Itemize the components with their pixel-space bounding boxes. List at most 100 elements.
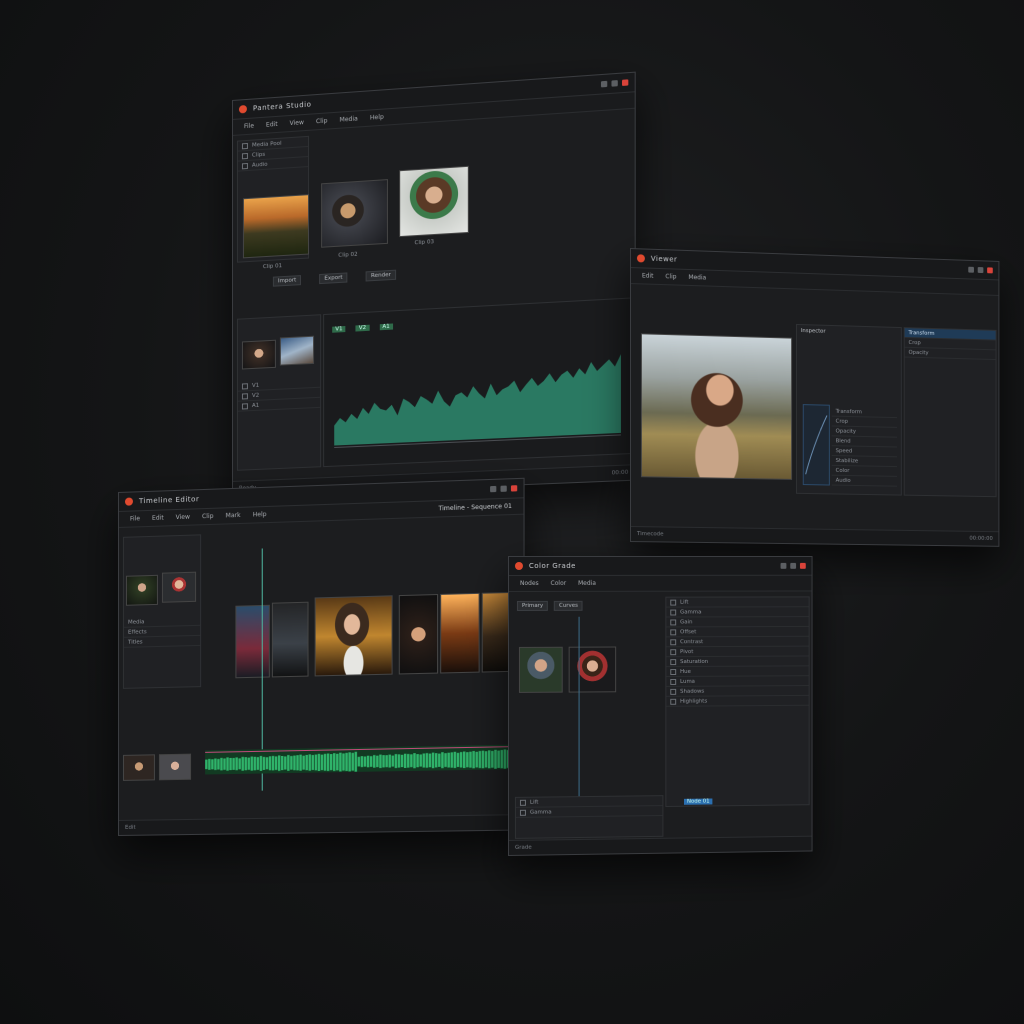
export-button[interactable]: Export [319,272,348,285]
clip[interactable] [440,592,480,674]
maximize-icon[interactable] [977,267,984,274]
close-icon[interactable] [987,267,993,274]
menu-view[interactable]: View [173,512,193,522]
bin-item[interactable]: Clips [252,151,265,158]
clip-thumb[interactable] [122,754,155,781]
property-row[interactable]: Crop [908,340,920,346]
window-controls[interactable] [968,266,993,274]
bin-item[interactable]: Audio [252,161,268,168]
param-row[interactable]: Gamma [666,607,809,618]
minimize-icon[interactable] [968,266,974,273]
checkbox[interactable] [670,638,677,645]
clip[interactable] [235,604,270,679]
checkbox[interactable] [241,142,248,149]
grade-thumb[interactable] [568,646,617,693]
maximize-icon[interactable] [790,562,797,569]
menu-clip[interactable]: Clip [662,272,679,282]
param-row[interactable]: Gain [666,617,809,628]
import-button[interactable]: Import [272,275,302,287]
clip-thumb[interactable] [161,571,197,603]
checkbox[interactable] [670,668,677,675]
clip[interactable] [398,594,439,675]
checkbox[interactable] [241,392,248,400]
param-row[interactable]: Highlights [666,695,809,707]
viewer-image[interactable] [640,333,793,480]
close-icon[interactable] [622,79,629,86]
timeline-title: Timeline - Sequence 01 [438,502,512,513]
checkbox[interactable] [519,809,526,816]
checkbox[interactable] [670,658,677,665]
maximize-icon[interactable] [500,485,507,492]
tab-primary[interactable]: Primary [516,600,549,611]
checkbox[interactable] [670,678,677,685]
param-row[interactable]: Offset [666,626,809,638]
checkbox[interactable] [670,618,677,625]
menu-help[interactable]: Help [367,112,387,122]
minimize-icon[interactable] [780,562,787,569]
close-icon[interactable] [799,562,806,569]
param-row[interactable]: Lift [666,597,809,608]
menu-edit[interactable]: Edit [639,271,656,281]
menu-clip[interactable]: Clip [199,512,216,522]
window-controls[interactable] [490,485,518,493]
audio-bar [308,754,311,771]
checkbox[interactable] [670,698,677,705]
menu-media[interactable]: Media [337,114,361,125]
param-row[interactable]: Contrast [666,636,809,648]
menu-view[interactable]: View [287,118,307,128]
clip-thumb[interactable] [279,335,315,366]
window-controls[interactable] [780,562,806,569]
menu-mark[interactable]: Mark [223,511,244,521]
menu-nodes[interactable]: Nodes [517,579,542,588]
clip-thumb[interactable] [241,339,276,370]
audio-bar [247,757,250,770]
clip[interactable] [271,601,309,678]
checkbox[interactable] [519,799,526,806]
clip[interactable] [314,595,393,677]
grade-thumb[interactable] [518,646,563,693]
menu-file[interactable]: File [127,514,143,524]
menu-media[interactable]: Media [575,579,599,588]
bin-item[interactable]: Effects [128,629,147,635]
menu-help[interactable]: Help [250,510,270,520]
property-row[interactable]: Opacity [908,349,928,355]
selected-row[interactable]: Transform [908,330,934,337]
tab-curves[interactable]: Curves [554,600,583,611]
param-label: Offset [680,628,697,635]
thumbnail-woman[interactable] [399,165,469,238]
checkbox[interactable] [670,648,677,655]
checkbox[interactable] [241,402,248,410]
audio-track[interactable] [205,740,514,776]
clip-thumb[interactable] [125,574,158,606]
selected-node-tag[interactable]: Node 01 [684,798,713,805]
menu-clip[interactable]: Clip [313,116,330,126]
curve-graph[interactable] [802,404,830,486]
maximize-icon[interactable] [611,80,618,87]
thumbnail-portrait[interactable] [321,179,388,248]
menu-color[interactable]: Color [548,579,570,588]
close-icon[interactable] [510,485,518,492]
menu-media[interactable]: Media [685,273,709,283]
scrubber-line[interactable] [578,616,580,817]
checkbox[interactable] [670,628,677,635]
bin-item[interactable]: Media Pool [252,140,282,148]
clip-thumb[interactable] [158,753,192,781]
menu-edit[interactable]: Edit [149,513,167,523]
checkbox[interactable] [241,382,248,390]
checkbox[interactable] [670,599,677,606]
inspector-row[interactable]: Audio [831,475,898,487]
audio-waveform-panel[interactable]: V1 V2 A1 [323,297,633,468]
checkbox[interactable] [670,609,677,616]
menu-file[interactable]: File [241,121,257,131]
thumbnail-landscape[interactable] [242,194,310,259]
checkbox[interactable] [241,162,248,169]
minimize-icon[interactable] [490,485,497,493]
minimize-icon[interactable] [600,80,608,88]
bin-item[interactable]: Titles [128,639,143,645]
bin-item[interactable]: Media [128,619,145,625]
checkbox[interactable] [241,152,248,159]
window-controls[interactable] [600,79,629,88]
menu-edit[interactable]: Edit [263,120,281,130]
render-button[interactable]: Render [365,269,396,282]
checkbox[interactable] [670,688,677,695]
